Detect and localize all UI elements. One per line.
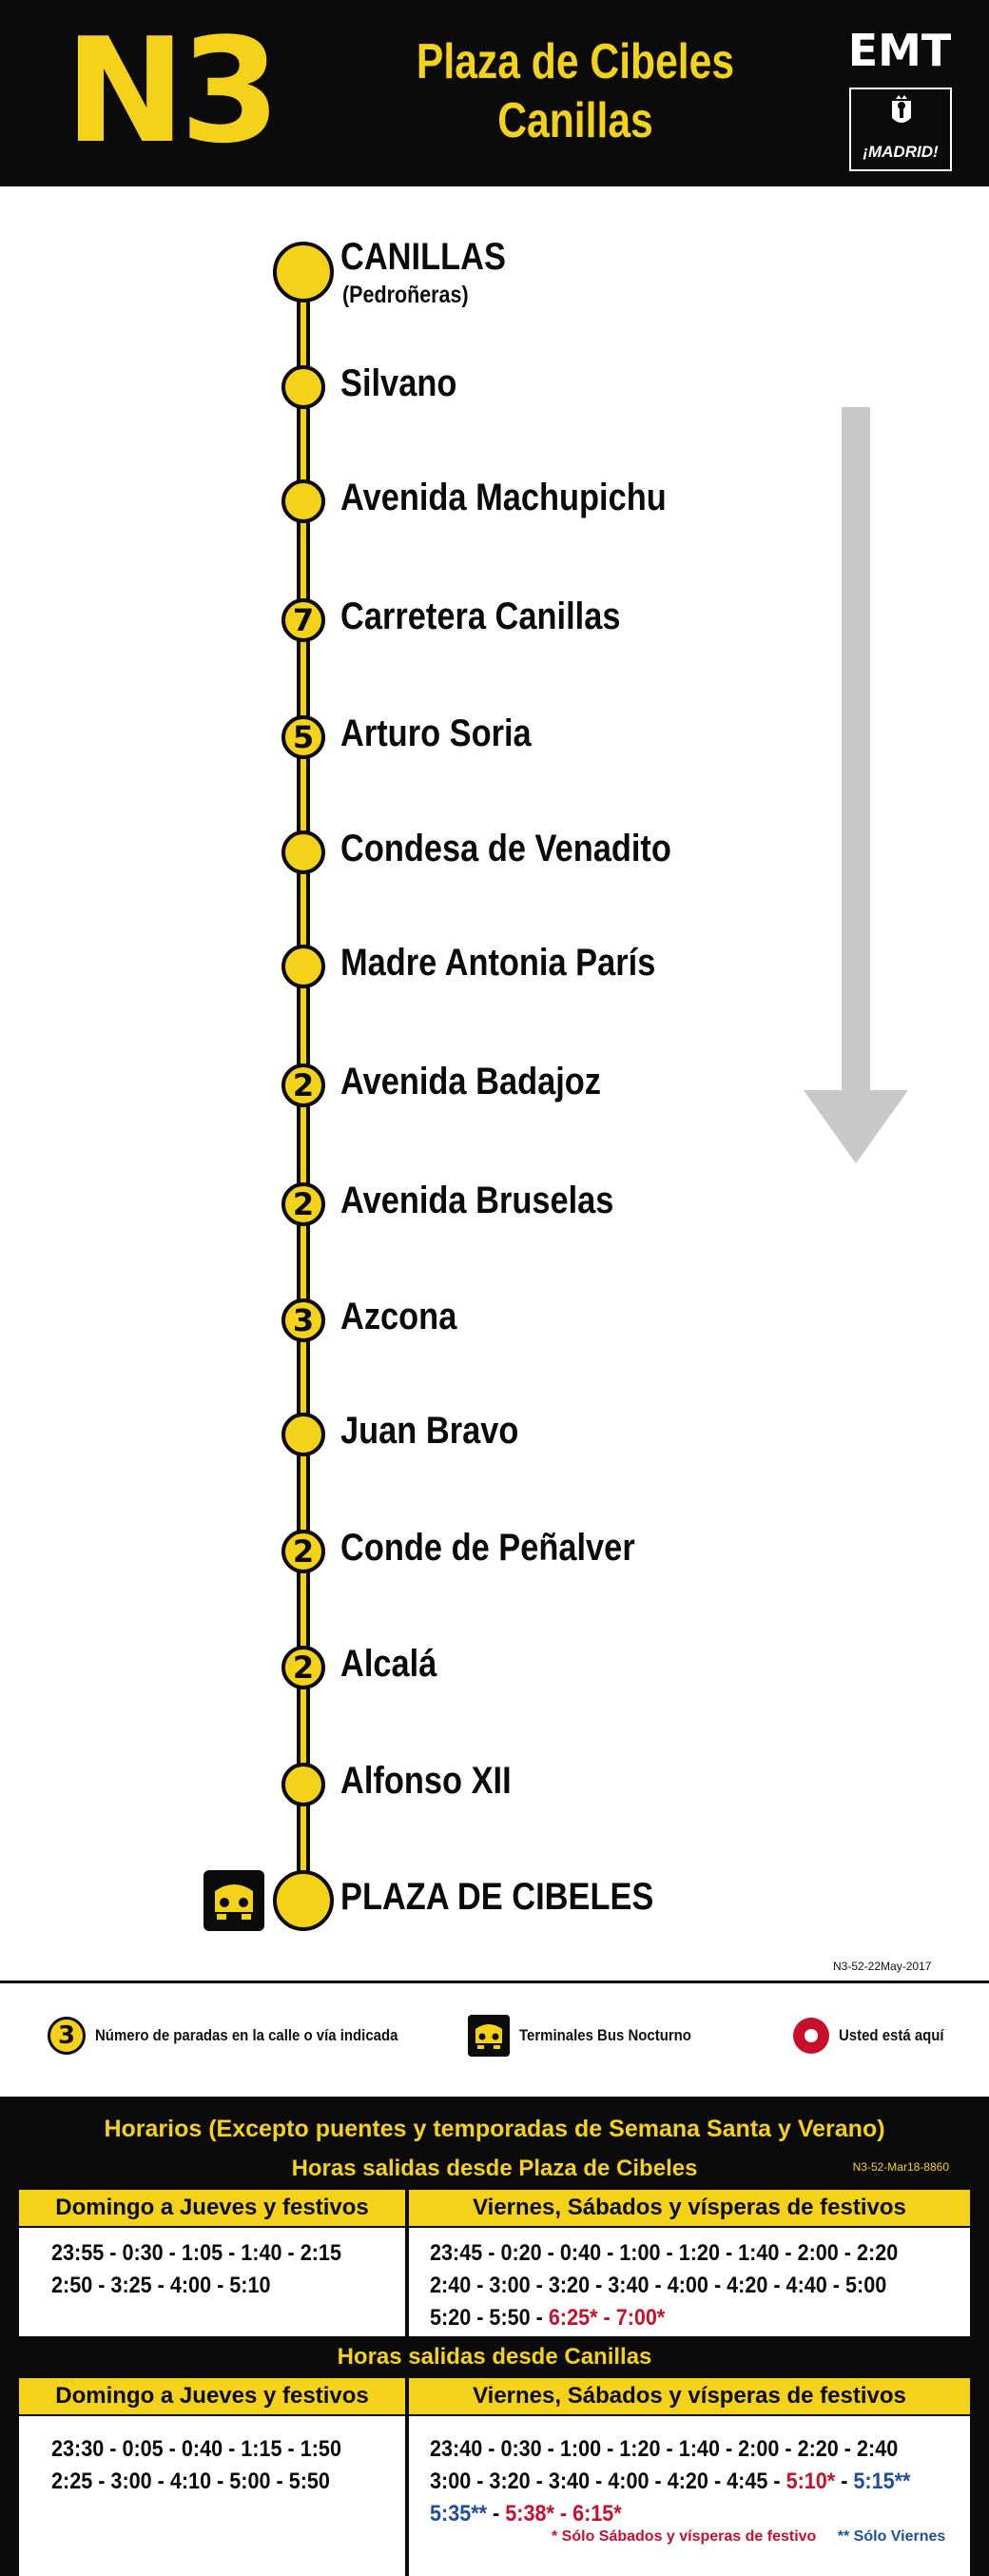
destination-2: Canillas — [497, 93, 653, 148]
stop-marker: 2 — [281, 1646, 325, 1689]
you-are-here-icon — [793, 2018, 829, 2054]
stop-marker — [281, 1413, 325, 1456]
version-code: N3-52-22May-2017 — [833, 1960, 932, 1973]
time-line: 23:40 - 0:30 - 1:00 - 1:20 - 1:40 - 2:00… — [430, 2436, 899, 2462]
schedule-code: N3-52-Mar18-8860 — [852, 2160, 949, 2174]
time-line: 2:25 - 3:00 - 4:10 - 5:00 - 5:50 — [51, 2469, 330, 2494]
legend-you-are-here: Usted está aquí — [793, 2015, 959, 2057]
madrid-crest-icon — [892, 95, 911, 123]
time-saturday-only: 5:38* - 6:15* — [505, 2501, 622, 2527]
time-line: 23:30 - 0:05 - 0:40 - 1:15 - 1:50 — [51, 2436, 341, 2462]
section-2-right-header: Viernes, Sábados y vísperas de festivos — [409, 2378, 970, 2414]
section-2-title: Horas salidas desde Canillas — [337, 2344, 652, 2370]
stop-name: PLAZA DE CIBELES — [340, 1876, 654, 1918]
stop-name: Alcalá — [340, 1643, 437, 1685]
time-line: 5:20 - 5:50 - 6:25* - 7:00* — [430, 2302, 916, 2334]
time-line: 23:55 - 0:30 - 1:05 - 1:40 - 2:15 — [51, 2240, 341, 2266]
time-separator: - — [835, 2469, 854, 2494]
night-bus-terminal-icon — [468, 2015, 510, 2057]
line-code: N3 — [65, 7, 281, 175]
schedule-title: Horarios (Excepto puentes y temporadas d… — [104, 2116, 885, 2142]
footnote-saturday: * Sólo Sábados y vísperas de festivo — [552, 2528, 817, 2545]
stop-name: Alfonso XII — [340, 1760, 512, 1802]
stop-name: Madre Antonia París — [340, 942, 656, 984]
madrid-badge-text: ¡MADRID! — [863, 143, 939, 161]
stop-name: Avenida Badajoz — [340, 1061, 601, 1103]
stop-name: Conde de Peñalver — [340, 1527, 635, 1569]
legend-here-text: Usted está aquí — [839, 2026, 944, 2044]
stop-name: Avenida Machupichu — [340, 477, 667, 518]
route-title: Plaza de Cibeles Canillas — [400, 32, 751, 150]
time-saturday-only: 6:25* - 7:00* — [548, 2305, 666, 2331]
section-2-left-times: 23:30 - 0:05 - 0:40 - 1:15 - 1:50 2:25 -… — [19, 2416, 405, 2576]
direction-arrow-icon — [804, 407, 908, 1163]
madrid-badge: ¡MADRID! — [849, 88, 952, 171]
terminal-stop-marker — [273, 242, 334, 302]
time-line: 3:00 - 3:20 - 3:40 - 4:00 - 4:20 - 4:45 … — [430, 2466, 916, 2498]
section-2-right-times: 23:40 - 0:30 - 1:00 - 1:20 - 1:40 - 2:00… — [409, 2416, 970, 2576]
stop-name: Silvano — [340, 362, 457, 404]
stop-name: Juan Bravo — [340, 1410, 519, 1452]
time-saturday-only: 5:10* — [785, 2469, 836, 2494]
time-line: 2:40 - 3:00 - 3:20 - 3:40 - 4:00 - 4:20 … — [430, 2273, 887, 2298]
stop-marker: 2 — [281, 1530, 325, 1573]
section-1-right-times: 23:45 - 0:20 - 0:40 - 1:00 - 1:20 - 1:40… — [409, 2228, 970, 2336]
stop-marker — [281, 830, 325, 874]
divider — [0, 1981, 989, 1983]
stop-marker — [281, 365, 325, 409]
time-friday-only: 5:15** — [853, 2469, 911, 2494]
time-line: 2:50 - 3:25 - 4:00 - 5:10 — [51, 2273, 271, 2298]
stop-name: Carretera Canillas — [340, 595, 621, 637]
section-1-left-header: Domingo a Jueves y festivos — [19, 2190, 405, 2226]
time-line: 5:35** - 5:38* - 6:15* — [430, 2498, 916, 2530]
legend-night-terminal-text: Terminales Bus Nocturno — [519, 2026, 691, 2044]
time-separator: - — [487, 2501, 506, 2527]
stop-name: CANILLAS — [340, 236, 506, 278]
stop-marker — [281, 479, 325, 523]
stops-count-icon: 3 — [48, 2017, 86, 2055]
stop-subtitle: (Pedroñeras) — [342, 282, 469, 308]
section-1-title: Horas salidas desde Plaza de Cibeles — [291, 2156, 698, 2181]
time-plain: 5:20 - 5:50 - — [430, 2305, 549, 2331]
footnote-friday: ** Sólo Viernes — [837, 2528, 946, 2545]
stop-marker — [281, 1763, 325, 1806]
stop-marker: 2 — [281, 1064, 325, 1107]
time-friday-only: 5:35** — [430, 2501, 488, 2527]
legend-night-terminal: Terminales Bus Nocturno — [468, 2015, 715, 2057]
stop-name: Avenida Bruselas — [340, 1180, 614, 1221]
stop-marker: 3 — [281, 1298, 325, 1342]
legend-stops-text: Número de paradas en la calle o vía indi… — [95, 2026, 398, 2044]
route-header: N3 Plaza de Cibeles Canillas EMT ¡MADRID… — [0, 0, 989, 186]
time-line: 23:45 - 0:20 - 0:40 - 1:00 - 1:20 - 1:40… — [430, 2240, 899, 2266]
section-1-left-times: 23:55 - 0:30 - 1:05 - 1:40 - 2:15 2:50 -… — [19, 2228, 405, 2336]
night-bus-terminal-icon — [204, 1870, 264, 1931]
schedule-footnotes: * Sólo Sábados y vísperas de festivo ** … — [552, 2528, 962, 2546]
stop-marker: 7 — [281, 598, 325, 642]
stop-marker: 2 — [281, 1182, 325, 1226]
terminal-stop-marker — [273, 1870, 334, 1931]
destination-1: Plaza de Cibeles — [416, 34, 735, 89]
stop-name: Condesa de Venadito — [340, 828, 671, 869]
section-1-right-header: Viernes, Sábados y vísperas de festivos — [409, 2190, 970, 2226]
section-2-left-header: Domingo a Jueves y festivos — [19, 2378, 405, 2414]
legend-stops: 3 Número de paradas en la calle o vía in… — [48, 2015, 439, 2057]
stop-marker: 5 — [281, 715, 325, 759]
stop-name: Arturo Soria — [340, 712, 532, 754]
time-plain: 3:00 - 3:20 - 3:40 - 4:00 - 4:20 - 4:45 … — [430, 2469, 786, 2494]
stop-name: Azcona — [340, 1296, 457, 1337]
emt-logo: EMT — [847, 25, 952, 76]
stop-marker — [281, 945, 325, 988]
